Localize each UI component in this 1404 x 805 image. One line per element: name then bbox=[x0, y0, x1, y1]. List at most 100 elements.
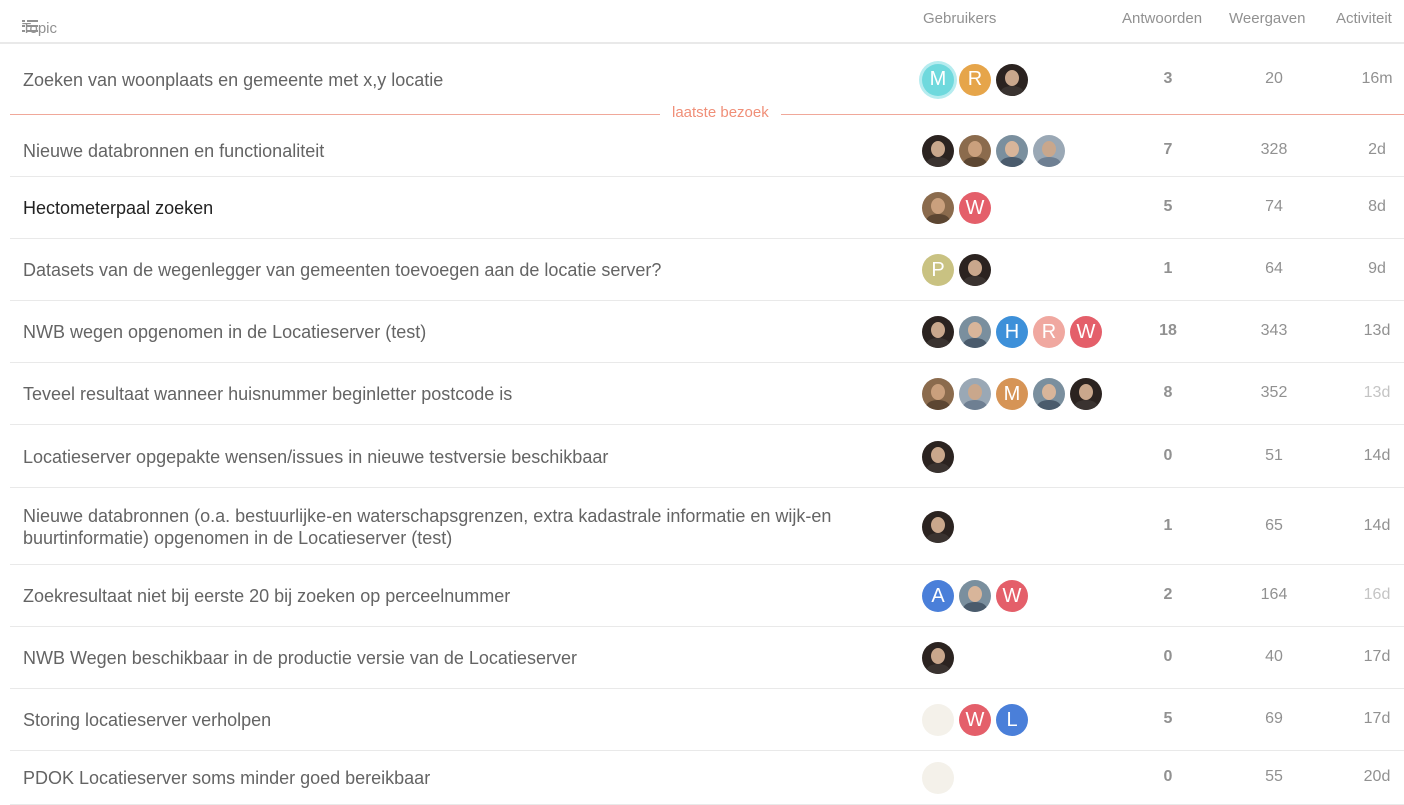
topic-activity[interactable]: 17d bbox=[1347, 648, 1404, 666]
logo-avatar[interactable] bbox=[922, 704, 954, 736]
topic-title-link[interactable]: Nieuwe databronnen (o.a. bestuurlijke-en… bbox=[23, 505, 883, 549]
photo-avatar[interactable] bbox=[922, 440, 954, 473]
topic-row[interactable]: Zoekresultaat niet bij eerste 20 bij zoe… bbox=[10, 565, 1404, 627]
topic-activity[interactable]: 13d bbox=[1347, 322, 1404, 340]
photo-avatar[interactable] bbox=[922, 134, 954, 167]
avatar[interactable]: W bbox=[959, 192, 991, 224]
topic-activity[interactable]: 16m bbox=[1347, 70, 1404, 88]
topic-posters bbox=[922, 134, 1065, 167]
topic-replies: 5 bbox=[1163, 710, 1173, 727]
topic-views: 20 bbox=[1265, 69, 1283, 87]
topic-activity[interactable]: 16d bbox=[1347, 586, 1404, 604]
topic-title-link[interactable]: Nieuwe databronnen en functionaliteit bbox=[23, 140, 883, 162]
topic-row[interactable]: Locatieserver opgepakte wensen/issues in… bbox=[10, 425, 1404, 488]
topic-activity[interactable]: 9d bbox=[1347, 260, 1404, 278]
topic-posters: AW bbox=[922, 580, 1028, 612]
photo-avatar[interactable] bbox=[922, 510, 954, 543]
topic-list: Topic Gebruikers Antwoorden Weergaven Ac… bbox=[0, 0, 1404, 805]
header-activity[interactable]: Activiteit bbox=[1336, 10, 1392, 27]
topic-replies: 5 bbox=[1163, 198, 1173, 215]
topic-title-link[interactable]: Storing locatieserver verholpen bbox=[23, 709, 883, 731]
avatar[interactable]: M bbox=[996, 378, 1028, 410]
avatar[interactable]: H bbox=[996, 316, 1028, 348]
topic-posters: W bbox=[922, 192, 991, 224]
avatar[interactable]: R bbox=[1033, 316, 1065, 348]
photo-avatar[interactable] bbox=[922, 316, 954, 348]
topic-posters: MR bbox=[922, 63, 1028, 96]
topic-views: 40 bbox=[1265, 648, 1283, 665]
topic-row[interactable]: NWB wegen opgenomen in de Locatieserver … bbox=[10, 301, 1404, 363]
topic-title-link[interactable]: NWB Wegen beschikbaar in de productie ve… bbox=[23, 647, 883, 669]
avatar[interactable]: R bbox=[959, 63, 991, 96]
topic-activity[interactable]: 17d bbox=[1347, 710, 1404, 728]
topic-activity[interactable]: 20d bbox=[1347, 768, 1404, 786]
topic-replies: 7 bbox=[1163, 140, 1173, 158]
topic-title-link[interactable]: Hectometerpaal zoeken bbox=[23, 197, 883, 219]
avatar[interactable]: W bbox=[959, 704, 991, 736]
avatar[interactable]: A bbox=[922, 580, 954, 612]
photo-avatar[interactable] bbox=[922, 192, 954, 224]
topic-row[interactable]: PDOK Locatieserver soms minder goed bere… bbox=[10, 751, 1404, 805]
logo-avatar[interactable] bbox=[922, 762, 954, 794]
photo-avatar[interactable] bbox=[1033, 378, 1065, 410]
topic-views: 352 bbox=[1260, 384, 1288, 401]
photo-avatar[interactable] bbox=[959, 580, 991, 612]
photo-avatar[interactable] bbox=[959, 316, 991, 348]
photo-avatar[interactable] bbox=[922, 642, 954, 674]
topic-posters bbox=[922, 440, 954, 473]
topic-row[interactable]: Nieuwe databronnen (o.a. bestuurlijke-en… bbox=[10, 488, 1404, 565]
topic-views: 65 bbox=[1265, 516, 1283, 534]
header-users: Gebruikers bbox=[923, 10, 997, 27]
photo-avatar[interactable] bbox=[959, 378, 991, 410]
topic-views: 343 bbox=[1260, 322, 1288, 339]
photo-avatar[interactable] bbox=[996, 134, 1028, 167]
topic-views: 64 bbox=[1265, 260, 1283, 277]
topic-title-link[interactable]: Locatieserver opgepakte wensen/issues in… bbox=[23, 446, 883, 468]
topic-replies: 1 bbox=[1163, 516, 1173, 534]
topic-replies: 0 bbox=[1163, 648, 1173, 665]
last-visit-label: laatste bezoek bbox=[660, 104, 781, 121]
topic-title-link[interactable]: Teveel resultaat wanneer huisnummer begi… bbox=[23, 383, 883, 405]
topic-views: 328 bbox=[1260, 140, 1288, 158]
topic-row[interactable]: Hectometerpaal zoeken W 5 74 8d bbox=[10, 177, 1404, 239]
topic-row[interactable]: NWB Wegen beschikbaar in de productie ve… bbox=[10, 627, 1404, 689]
last-visit-divider: laatste bezoek bbox=[10, 104, 1404, 124]
topic-posters bbox=[922, 510, 954, 543]
topic-views: 69 bbox=[1265, 710, 1283, 727]
header-views[interactable]: Weergaven bbox=[1229, 10, 1305, 27]
avatar[interactable]: W bbox=[1070, 316, 1102, 348]
topic-views: 55 bbox=[1265, 768, 1283, 785]
avatar[interactable]: L bbox=[996, 704, 1028, 736]
photo-avatar[interactable] bbox=[922, 378, 954, 410]
topic-posters: WL bbox=[922, 704, 1028, 736]
photo-avatar[interactable] bbox=[1033, 134, 1065, 167]
topic-row[interactable]: Teveel resultaat wanneer huisnummer begi… bbox=[10, 363, 1404, 425]
avatar[interactable]: W bbox=[996, 580, 1028, 612]
topic-activity[interactable]: 8d bbox=[1347, 198, 1404, 216]
topic-views: 164 bbox=[1260, 586, 1288, 603]
photo-avatar[interactable] bbox=[996, 63, 1028, 96]
topic-title-link[interactable]: PDOK Locatieserver soms minder goed bere… bbox=[23, 767, 883, 789]
avatar[interactable]: P bbox=[922, 254, 954, 286]
topic-title-link[interactable]: Datasets van de wegenlegger van gemeente… bbox=[23, 259, 883, 281]
topic-list-header: Topic Gebruikers Antwoorden Weergaven Ac… bbox=[0, 0, 1404, 44]
topic-posters bbox=[922, 762, 954, 794]
topic-row[interactable]: Storing locatieserver verholpen W L 5 69 17d bbox=[10, 689, 1404, 751]
photo-avatar[interactable] bbox=[959, 134, 991, 167]
header-replies[interactable]: Antwoorden bbox=[1122, 10, 1202, 27]
topic-title-link[interactable]: Zoekresultaat niet bij eerste 20 bij zoe… bbox=[23, 585, 883, 607]
topic-title-link[interactable]: NWB wegen opgenomen in de Locatieserver … bbox=[23, 321, 883, 343]
topic-posters bbox=[922, 642, 954, 674]
topic-activity[interactable]: 13d bbox=[1347, 384, 1404, 402]
topic-title-link[interactable]: Zoeken van woonplaats en gemeente met x,… bbox=[23, 69, 883, 91]
topic-posters: M bbox=[922, 378, 1102, 410]
topic-posters: HRW bbox=[922, 316, 1102, 348]
photo-avatar[interactable] bbox=[1070, 378, 1102, 410]
topic-activity[interactable]: 14d bbox=[1347, 517, 1404, 535]
topic-activity[interactable]: 14d bbox=[1347, 447, 1404, 465]
topic-activity[interactable]: 2d bbox=[1347, 141, 1404, 159]
photo-avatar[interactable] bbox=[959, 254, 991, 286]
header-topic-label: Topic bbox=[22, 20, 58, 37]
topic-row[interactable]: Datasets van de wegenlegger van gemeente… bbox=[10, 239, 1404, 301]
avatar[interactable]: M bbox=[922, 63, 954, 96]
